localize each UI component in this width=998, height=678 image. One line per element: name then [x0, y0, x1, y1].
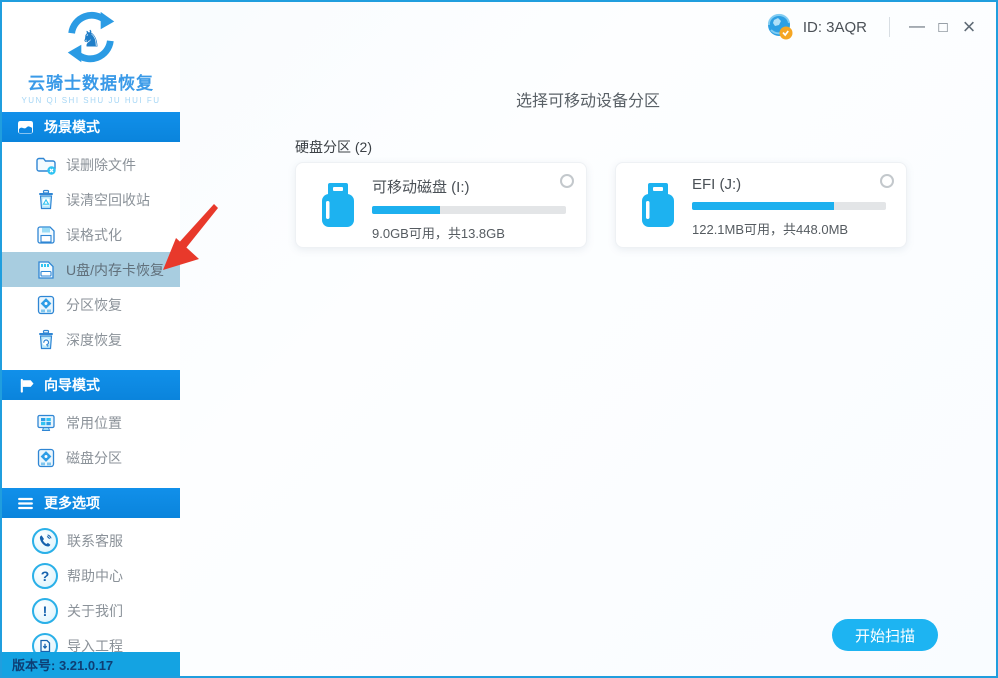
- app-name-pinyin: YUN QI SHI SHU JU HUI FU: [21, 96, 161, 105]
- page-title: 选择可移动设备分区: [515, 93, 660, 110]
- sidebar-item-disk-partitions[interactable]: 磁盘分区: [2, 440, 180, 475]
- close-button[interactable]: ×: [956, 14, 982, 40]
- usb-drive-icon: [322, 183, 354, 227]
- user-id-label: ID: 3AQR: [802, 18, 867, 36]
- sidebar-item-label: 深度恢复: [66, 331, 122, 348]
- usage-progress-track: [372, 206, 566, 214]
- section-label: 更多选项: [44, 495, 100, 511]
- app-name: 云骑士数据恢复: [28, 74, 154, 93]
- sidebar-item-label: 关于我们: [67, 602, 123, 619]
- section-label: 向导模式: [44, 377, 100, 393]
- sidebar-item-recycle-bin[interactable]: 误清空回收站: [2, 182, 180, 217]
- partition-capacity-text: 9.0GB可用，共13.8GB: [372, 226, 505, 241]
- sidebar-item-label: 联系客服: [67, 532, 123, 549]
- guide-mode-icon: [20, 378, 34, 393]
- section-guide-mode: 向导模式: [2, 370, 180, 400]
- maximize-button[interactable]: □: [930, 14, 956, 40]
- partition-disk-icon: [37, 295, 55, 314]
- titlebar: ID: 3AQR — □ ×: [765, 12, 982, 42]
- svg-text:♞: ♞: [81, 26, 102, 52]
- recycle-bin-icon: [39, 189, 53, 209]
- sidebar-item-label: 磁盘分区: [66, 449, 122, 466]
- partition-card-body: EFI (J:) 122.1MB可用，共448.0MB: [692, 176, 886, 238]
- logo-circular-arrows-icon: ♞: [67, 11, 115, 63]
- sidebar-item-common-locations[interactable]: 常用位置: [2, 405, 180, 440]
- sidebar-item-partition-recovery[interactable]: 分区恢复: [2, 287, 180, 322]
- sidebar-item-help-center[interactable]: ? 帮助中心: [2, 558, 180, 593]
- sidebar-item-label: 分区恢复: [66, 296, 122, 313]
- partition-cards: 可移动磁盘 (I:) 9.0GB可用，共13.8GB EFI (J:) 122.…: [295, 162, 907, 248]
- scene-mode-icon: [18, 120, 33, 134]
- version-bar: 版本号: 3.21.0.17: [2, 652, 180, 676]
- disk-partitions-icon: [37, 448, 55, 467]
- sidebar-item-contact-support[interactable]: 联系客服: [2, 523, 180, 558]
- scene-mode-items: 误删除文件 误清空回收站 误格式化 U盘/内存卡恢复 分区恢复 深度恢复: [2, 142, 180, 360]
- sd-card-icon: [38, 260, 54, 279]
- usage-progress-track: [692, 202, 886, 210]
- section-more-options: 更多选项: [2, 488, 180, 518]
- partition-radio[interactable]: [880, 174, 894, 188]
- sidebar: ♞ 云骑士数据恢复 YUN QI SHI SHU JU HUI FU 场景模式 …: [2, 2, 180, 676]
- sidebar-item-label: 误清空回收站: [66, 191, 150, 208]
- usage-progress-fill: [692, 202, 834, 210]
- hamburger-menu-icon: [18, 497, 33, 509]
- account-globe-icon[interactable]: [765, 12, 795, 42]
- format-disk-icon: [37, 225, 55, 244]
- version-label: 版本号: 3.21.0.17: [12, 657, 114, 673]
- partition-capacity-text: 122.1MB可用，共448.0MB: [692, 222, 849, 237]
- sidebar-item-about-us[interactable]: ! 关于我们: [2, 593, 180, 628]
- sidebar-item-usb-recovery[interactable]: U盘/内存卡恢复: [2, 252, 180, 287]
- sidebar-item-formatted[interactable]: 误格式化: [2, 217, 180, 252]
- exclamation-icon: !: [32, 597, 58, 624]
- partition-name: EFI (J:): [692, 176, 742, 193]
- partition-group-label: 硬盘分区 (2): [295, 139, 372, 155]
- section-label: 场景模式: [44, 119, 100, 135]
- sidebar-item-label: 常用位置: [66, 414, 122, 431]
- phone-icon: [32, 527, 58, 554]
- deleted-files-icon: [36, 157, 56, 175]
- sidebar-item-label: 误格式化: [66, 226, 122, 243]
- minimize-button[interactable]: —: [904, 14, 930, 40]
- more-options-items: 联系客服 ? 帮助中心 ! 关于我们 导入工程: [2, 518, 180, 666]
- monitor-icon: [37, 414, 55, 431]
- guide-mode-items: 常用位置 磁盘分区: [2, 400, 180, 478]
- app-window: ♞ 云骑士数据恢复 YUN QI SHI SHU JU HUI FU 场景模式 …: [0, 0, 998, 678]
- sidebar-item-label: U盘/内存卡恢复: [66, 261, 164, 278]
- deep-recovery-icon: [39, 329, 53, 349]
- titlebar-divider: [889, 17, 890, 37]
- start-scan-button[interactable]: 开始扫描: [832, 619, 938, 651]
- partition-name: 可移动磁盘 (I:): [372, 179, 470, 196]
- usage-progress-fill: [372, 206, 440, 214]
- partition-card-body: 可移动磁盘 (I:) 9.0GB可用，共13.8GB: [372, 176, 566, 242]
- sidebar-item-deep-recovery[interactable]: 深度恢复: [2, 322, 180, 357]
- app-logo: ♞ 云骑士数据恢复 YUN QI SHI SHU JU HUI FU: [2, 2, 180, 112]
- sidebar-item-label: 误删除文件: [66, 156, 136, 173]
- sidebar-item-label: 帮助中心: [67, 567, 123, 584]
- question-mark-icon: ?: [32, 562, 58, 589]
- section-scene-mode: 场景模式: [2, 112, 180, 142]
- usb-drive-icon: [642, 183, 674, 227]
- sidebar-item-deleted-files[interactable]: 误删除文件: [2, 147, 180, 182]
- partition-radio[interactable]: [560, 174, 574, 188]
- partition-card-removable-disk[interactable]: 可移动磁盘 (I:) 9.0GB可用，共13.8GB: [295, 162, 587, 248]
- partition-card-efi[interactable]: EFI (J:) 122.1MB可用，共448.0MB: [615, 162, 907, 248]
